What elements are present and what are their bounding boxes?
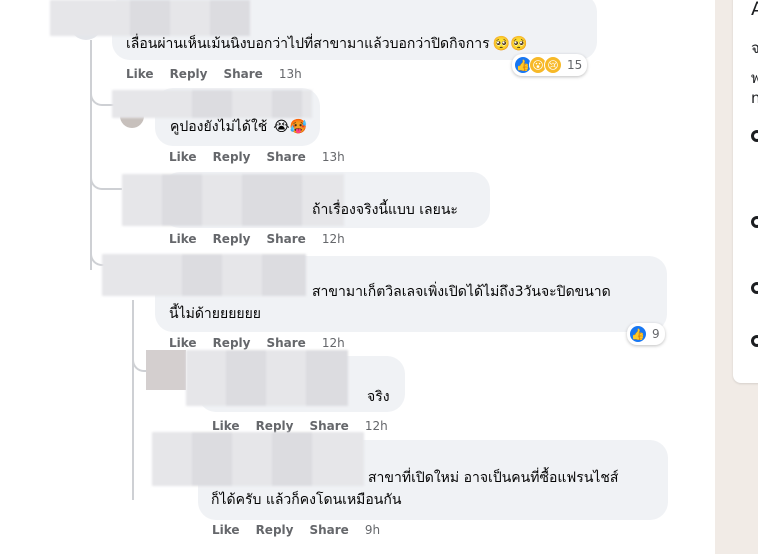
reaction-count: 9 [652,327,660,341]
like-reaction-icon: 👍 [629,325,647,343]
timestamp: 13h [321,150,345,164]
timestamp: 12h [321,232,345,246]
timestamp: 12h [364,419,388,433]
blurred-author-name [50,0,250,36]
timestamp: 9h [364,523,381,537]
blurred-author-name [112,90,312,118]
share-button[interactable]: Share [309,523,348,537]
comment-actions: Like Reply Share 12h [169,232,361,246]
reaction-count: 15 [567,58,583,72]
like-button[interactable]: Like [212,523,240,537]
side-panel-text: พ [751,69,758,87]
side-panel-text: จ [751,39,758,57]
reply-button[interactable]: Reply [170,67,208,81]
comment-text: ถ้าเรื่องจริงนี้แบบ เลยนะ [312,202,458,218]
timestamp: 12h [321,336,345,350]
blurred-author-name [186,350,348,406]
side-panel-text: n [751,89,758,107]
thread-line [90,40,92,270]
location-icon [751,282,758,294]
like-button[interactable]: Like [212,419,240,433]
comment-actions: Like Reply Share 12h [212,419,404,433]
side-panel-title: A [751,0,758,20]
globe-icon [751,130,758,142]
comment-text: เลื่อนผ่านเห็นเม้นนิงบอกว่าไปที่สาขามาแล… [126,36,528,52]
comment-actions: Like Reply Share 13h [126,67,318,81]
share-button[interactable]: Share [223,67,262,81]
comment-text-line: สาขาที่เปิดใหม่ อาจเป็นคนที่ซื้อแฟรนไชส์ [368,470,619,486]
comment-feed: เลื่อนผ่านเห็นเม้นนิงบอกว่าไปที่สาขามาแล… [0,0,715,554]
emoji: 😭🥵 [273,119,308,135]
timestamp: 13h [278,67,302,81]
sad-reaction-icon: 😢 [544,56,562,74]
share-button[interactable]: Share [266,336,305,350]
comment-text: คูปองยังไม่ได้ใช้ 😭🥵 [170,119,308,135]
reply-button[interactable]: Reply [256,523,294,537]
thread-connector [90,170,122,190]
info-icon [751,216,758,228]
share-button[interactable]: Share [266,232,305,246]
share-button[interactable]: Share [266,150,305,164]
blurred-author-name [122,174,344,226]
reaction-summary[interactable]: 👍 😮 😢 15 [512,54,588,76]
like-button[interactable]: Like [126,67,154,81]
avatar[interactable] [146,350,186,390]
comment-actions: Like Reply Share 9h [212,523,396,537]
reaction-summary[interactable]: 👍 9 [627,323,665,345]
like-button[interactable]: Like [169,150,197,164]
blurred-author-name [102,254,306,296]
reply-button[interactable]: Reply [256,419,294,433]
more-icon [751,335,758,347]
emoji: 🥺🥺 [492,36,528,52]
share-button[interactable]: Share [309,419,348,433]
like-button[interactable]: Like [169,232,197,246]
like-button[interactable]: Like [169,336,197,350]
comment-text-line: สาขามาเก็ตวิลเลจเพิ่งเปิดได้ไม่ถึง3วันจะ… [312,284,611,300]
reply-button[interactable]: Reply [213,336,251,350]
comment-actions: Like Reply Share 13h [169,150,361,164]
thread-line [132,300,134,500]
reply-button[interactable]: Reply [213,232,251,246]
comment-text: จริง [367,389,390,405]
comment-actions: Like Reply Share 12h [169,336,361,350]
comment-text-line: นี้ไม่ด้ายยยยยย [169,306,262,322]
reply-button[interactable]: Reply [213,150,251,164]
blurred-author-name [152,432,364,486]
comment-text-line: ก็ได้ครับ แล้วก็คงโดนเหมือนกัน [211,492,402,508]
side-panel: A จ พ n [733,0,758,383]
